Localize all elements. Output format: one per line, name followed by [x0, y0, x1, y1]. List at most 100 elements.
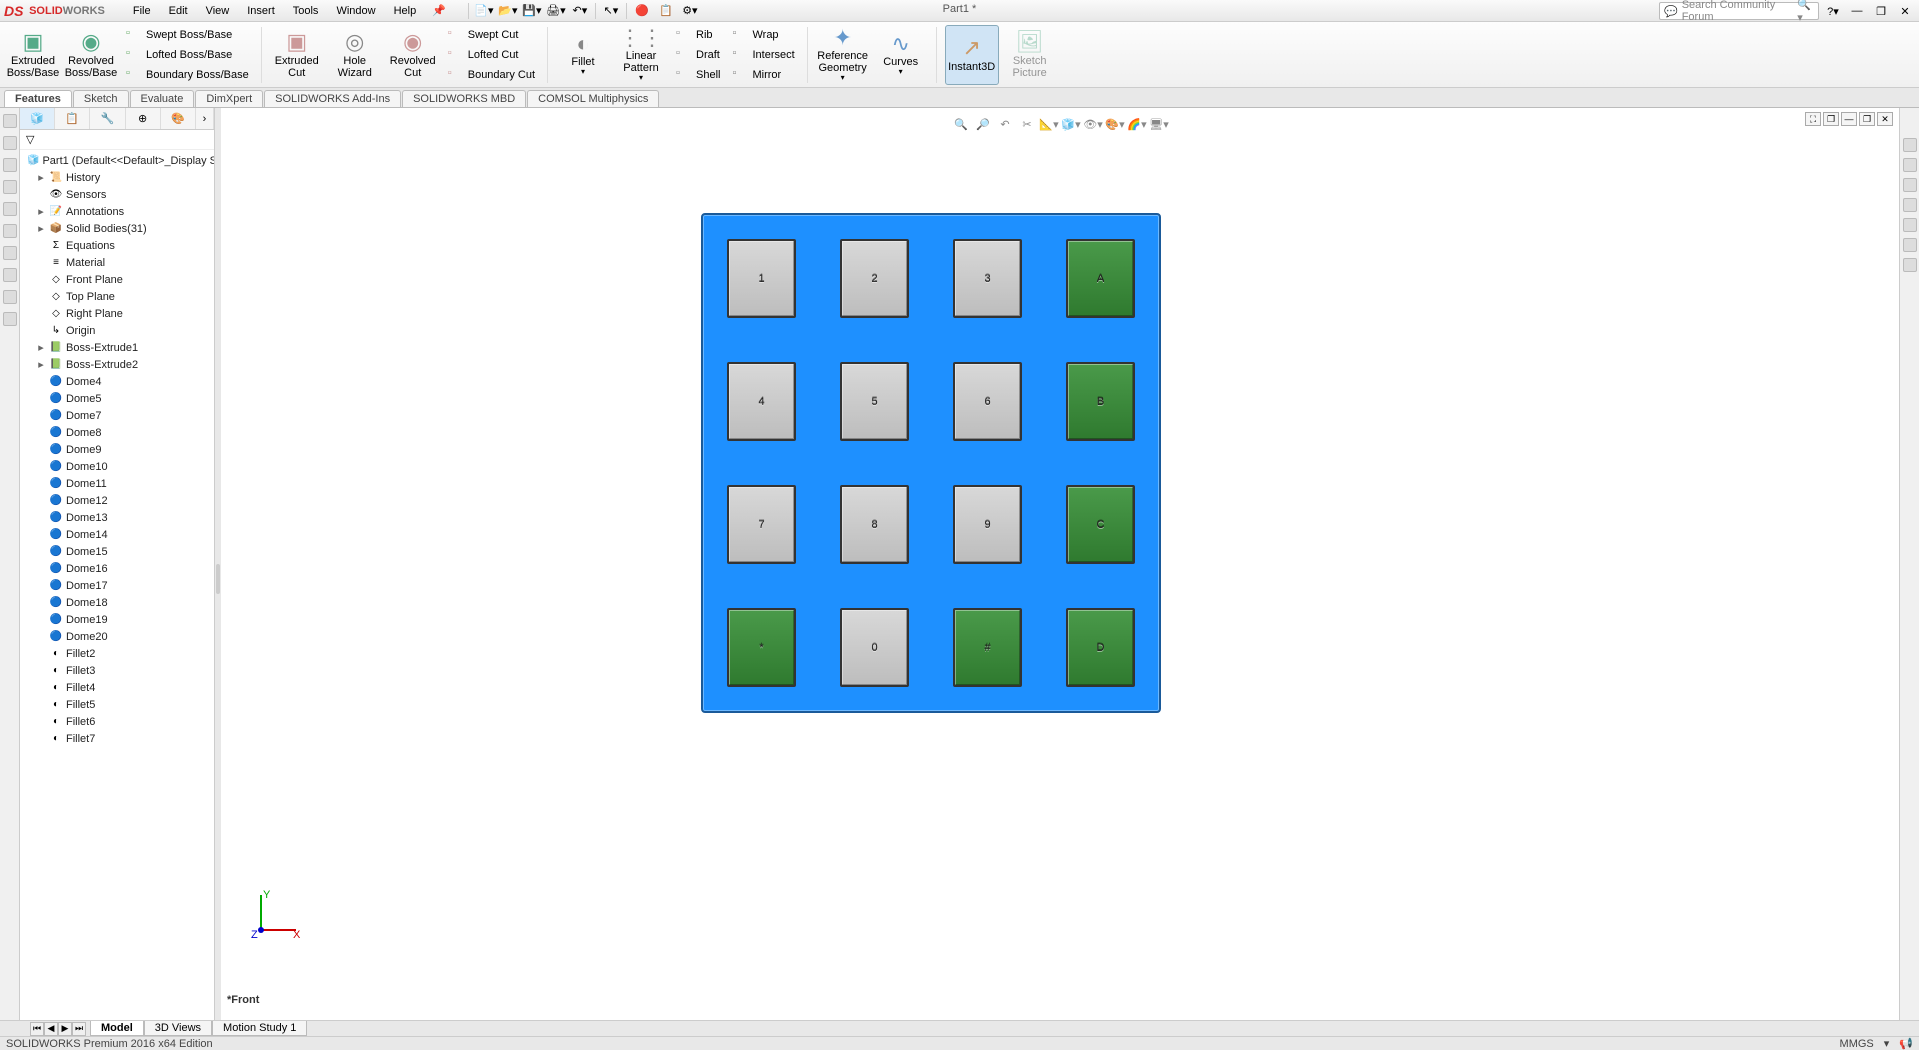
instant3d-button[interactable]: ↗Instant3D [945, 25, 999, 85]
tree-item[interactable]: 🔵Dome18 [20, 594, 214, 611]
settings-icon[interactable]: ⚙▾ [679, 1, 701, 21]
tree-item[interactable]: ◇Top Plane [20, 288, 214, 305]
tree-item[interactable]: ≡Material [20, 254, 214, 271]
tab-solidworks-mbd[interactable]: SOLIDWORKS MBD [402, 90, 526, 107]
tree-item[interactable]: 🔵Dome17 [20, 577, 214, 594]
tab-solidworks-add-ins[interactable]: SOLIDWORKS Add-Ins [264, 90, 401, 107]
task-icon[interactable] [3, 202, 17, 216]
status-dropdown-icon[interactable]: ▾ [1884, 1037, 1890, 1050]
save-icon[interactable]: 💾▾ [521, 1, 543, 21]
tree-root[interactable]: 🧊 Part1 (Default<<Default>_Display Stat [20, 152, 214, 169]
tree-item[interactable]: 🔵Dome15 [20, 543, 214, 560]
bottom-tab-motion-study-[interactable]: Motion Study 1 [212, 1021, 307, 1036]
graphics-viewport[interactable]: ⛶ ❐ — ❐ ✕ 🔍 🔎 ↶ ✂ 📐▾ 🧊▾ 👁▾ 🎨▾ 🌈▾ 🖥▾ 123A… [221, 108, 1899, 1020]
search-go-icon[interactable]: 🔍▾ [1797, 0, 1814, 24]
section-view-icon[interactable]: ✂ [1017, 114, 1037, 134]
ribbon-draft[interactable]: ▫Draft [672, 45, 724, 64]
vp-close-icon[interactable]: ✕ [1877, 112, 1893, 126]
tree-item[interactable]: ◐Fillet5 [20, 696, 214, 713]
feature-tree[interactable]: 🧊 Part1 (Default<<Default>_Display Stat … [20, 150, 214, 1020]
tab-evaluate[interactable]: Evaluate [130, 90, 195, 107]
tab-comsol-multiphysics[interactable]: COMSOL Multiphysics [527, 90, 659, 107]
ribbon-lofted-cut[interactable]: ▫Lofted Cut [444, 45, 539, 64]
fm-tab-tree[interactable]: 🧊 [20, 108, 55, 129]
tab-nav-first-icon[interactable]: ⏮ [30, 1022, 44, 1036]
extruded-cut-button[interactable]: ▣Extruded Cut [270, 25, 324, 85]
tree-item[interactable]: ΣEquations [20, 237, 214, 254]
hole-wizard-button[interactable]: ◎Hole Wizard [328, 25, 382, 85]
open-icon[interactable]: 📂▾ [497, 1, 519, 21]
task-icon[interactable] [3, 246, 17, 260]
menu-window[interactable]: Window [328, 3, 383, 19]
fillet-button[interactable]: ◐Fillet▾ [556, 25, 610, 85]
tree-item[interactable]: 🔵Dome5 [20, 390, 214, 407]
tree-item[interactable]: 🔵Dome8 [20, 424, 214, 441]
view-orient-icon[interactable]: 📐▾ [1039, 114, 1059, 134]
minimize-icon[interactable]: — [1847, 2, 1867, 20]
menu-edit[interactable]: Edit [161, 3, 196, 19]
vp-max-icon[interactable]: ❐ [1823, 112, 1839, 126]
tree-item[interactable]: 🔵Dome20 [20, 628, 214, 645]
task-icon[interactable] [1903, 258, 1917, 272]
fm-tab-more[interactable]: › [196, 108, 214, 129]
scene-icon[interactable]: 🌈▾ [1127, 114, 1147, 134]
tree-item[interactable]: 🔵Dome16 [20, 560, 214, 577]
tree-item[interactable]: 🔵Dome13 [20, 509, 214, 526]
tree-item[interactable]: 🔵Dome19 [20, 611, 214, 628]
appearance-icon[interactable]: 🎨▾ [1105, 114, 1125, 134]
tree-item[interactable]: ◐Fillet4 [20, 679, 214, 696]
fm-tab-config[interactable]: 🔧 [90, 108, 125, 129]
new-icon[interactable]: 📄▾ [473, 1, 495, 21]
print-icon[interactable]: 🖨▾ [545, 1, 567, 21]
tree-item[interactable]: ◇Front Plane [20, 271, 214, 288]
task-icon[interactable] [1903, 218, 1917, 232]
ribbon-boundary-cut[interactable]: ▫Boundary Cut [444, 65, 539, 84]
task-icon[interactable] [1903, 158, 1917, 172]
tree-item[interactable]: ▸📜History [20, 169, 214, 186]
pin-icon[interactable]: 📌 [432, 4, 446, 17]
task-icon[interactable] [1903, 138, 1917, 152]
revolved-boss-button[interactable]: ◉Revolved Boss/Base [64, 25, 118, 85]
task-icon[interactable] [3, 224, 17, 238]
tree-item[interactable]: ▸📗Boss-Extrude2 [20, 356, 214, 373]
vp-restore-icon[interactable]: ❐ [1859, 112, 1875, 126]
hide-show-icon[interactable]: 👁▾ [1083, 114, 1103, 134]
select-icon[interactable]: ↖▾ [600, 1, 622, 21]
bottom-tab--d-views[interactable]: 3D Views [144, 1021, 212, 1036]
ribbon-rib[interactable]: ▫Rib [672, 25, 724, 44]
tree-item[interactable]: 🔵Dome10 [20, 458, 214, 475]
zoom-area-icon[interactable]: 🔎 [973, 114, 993, 134]
ribbon-intersect[interactable]: ▫Intersect [728, 45, 798, 64]
task-icon[interactable] [1903, 198, 1917, 212]
tree-item[interactable]: 👁Sensors [20, 186, 214, 203]
tree-item[interactable]: ◇Right Plane [20, 305, 214, 322]
help-icon[interactable]: ?▾ [1823, 2, 1843, 20]
ribbon-lofted-boss-base[interactable]: ▫Lofted Boss/Base [122, 45, 253, 64]
ribbon-wrap[interactable]: ▫Wrap [728, 25, 798, 44]
restore-icon[interactable]: ❐ [1871, 2, 1891, 20]
ribbon-mirror[interactable]: ▫Mirror [728, 65, 798, 84]
ribbon-swept-cut[interactable]: ▫Swept Cut [444, 25, 539, 44]
feature-filter[interactable]: ▽ [20, 130, 214, 150]
tab-sketch[interactable]: Sketch [73, 90, 129, 107]
tree-item[interactable]: ◐Fillet6 [20, 713, 214, 730]
tab-features[interactable]: Features [4, 90, 72, 107]
task-icon[interactable] [3, 158, 17, 172]
fm-tab-property[interactable]: 📋 [55, 108, 90, 129]
task-icon[interactable] [1903, 238, 1917, 252]
view-settings-icon[interactable]: 🖥▾ [1149, 114, 1169, 134]
task-icon[interactable] [3, 136, 17, 150]
vp-min-icon[interactable]: — [1841, 112, 1857, 126]
tree-item[interactable]: ▸📗Boss-Extrude1 [20, 339, 214, 356]
status-flag-icon[interactable]: 📢 [1899, 1037, 1913, 1050]
menu-file[interactable]: File [125, 3, 159, 19]
tab-dimxpert[interactable]: DimXpert [195, 90, 263, 107]
bottom-tab-model[interactable]: Model [90, 1021, 144, 1036]
options-icon[interactable]: 📋 [655, 1, 677, 21]
prev-view-icon[interactable]: ↶ [995, 114, 1015, 134]
tree-item[interactable]: 🔵Dome14 [20, 526, 214, 543]
tree-item[interactable]: 🔵Dome9 [20, 441, 214, 458]
task-icon[interactable] [3, 268, 17, 282]
tab-nav-prev-icon[interactable]: ◀ [44, 1022, 58, 1036]
tree-item[interactable]: ▸📝Annotations [20, 203, 214, 220]
